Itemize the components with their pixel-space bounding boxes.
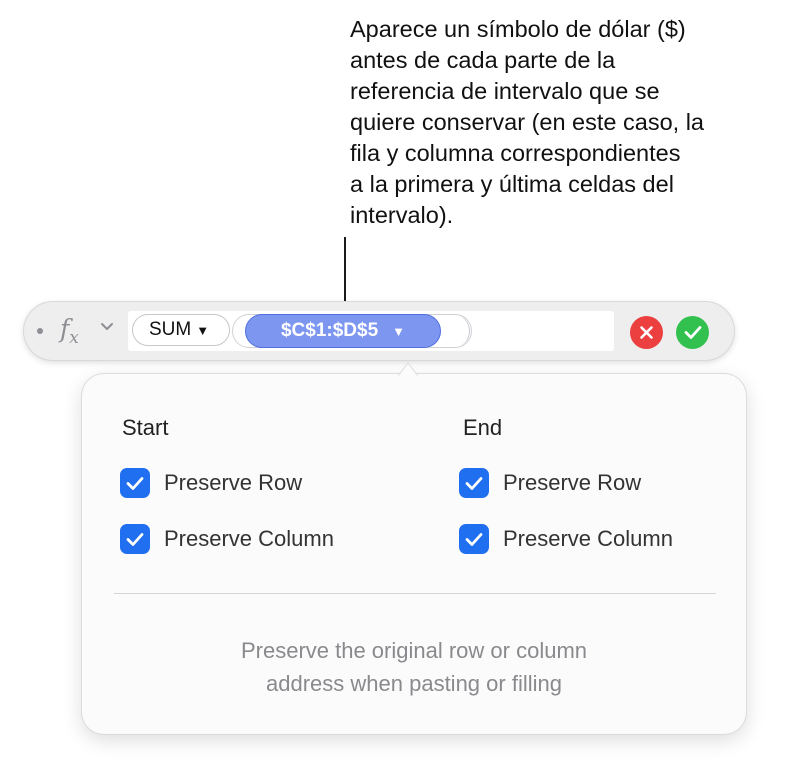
function-icon[interactable]: fx [60, 314, 79, 348]
start-preserve-row-label: Preserve Row [164, 470, 303, 495]
range-reference-text: $C$1:$D$5 [280, 320, 379, 341]
start-preserve-row-checkbox[interactable] [120, 468, 150, 498]
end-preserve-row-checkbox[interactable] [459, 468, 489, 498]
close-icon [640, 326, 653, 339]
formula-input[interactable]: SUM ▼ $C$1:$D$5 ▼ [128, 311, 614, 351]
checkmark-icon [126, 476, 144, 490]
start-title: Start [122, 415, 169, 440]
preserve-reference-popover: Start End Preserve Row Preserve Column P… [82, 374, 746, 734]
callout-annotation: Aparece un símbolo de dólar ($) antes de… [350, 14, 790, 231]
accept-button[interactable] [676, 316, 709, 349]
callout-line-3: referencia de intervalo que se [350, 78, 660, 104]
callout-line-2: antes de cada parte de la [350, 47, 616, 73]
end-title: End [463, 415, 503, 440]
end-preserve-column[interactable]: Preserve Column [459, 524, 673, 554]
checkmark-icon [126, 532, 144, 546]
callout-line-1: Aparece un símbolo de dólar ($) [350, 16, 686, 42]
callout-line-6: a la primera y última celdas del [350, 171, 674, 197]
triangle-down-icon: ▼ [196, 322, 210, 338]
callout-line-5: fila y columna correspondientes [350, 140, 681, 166]
end-preserve-column-checkbox[interactable] [459, 524, 489, 554]
help-text: Preserve the original row or column addr… [82, 634, 746, 700]
end-preserve-column-label: Preserve Column [503, 526, 673, 551]
help-text-line-1: Preserve the original row or column [240, 638, 588, 663]
formula-editor-bar: fx SUM ▼ $C$1:$D$5 ▼ [24, 302, 734, 360]
callout-line-4: quiere conservar (en este caso, la [350, 109, 704, 135]
end-preserve-row-label: Preserve Row [503, 470, 642, 495]
range-reference-token[interactable]: $C$1:$D$5 ▼ [245, 314, 441, 348]
callout-line-7: intervalo). [350, 202, 454, 228]
checkmark-icon [684, 326, 701, 339]
function-token[interactable]: SUM ▼ [132, 314, 230, 346]
start-preserve-row[interactable]: Preserve Row [120, 468, 302, 498]
help-text-line-2: address when pasting or filling [266, 671, 562, 696]
popover-arrow [374, 362, 442, 377]
divider [114, 593, 716, 594]
checkmark-icon [465, 476, 483, 490]
start-preserve-column-label: Preserve Column [164, 526, 334, 551]
cancel-button[interactable] [630, 316, 663, 349]
end-preserve-row[interactable]: Preserve Row [459, 468, 641, 498]
start-preserve-column[interactable]: Preserve Column [120, 524, 334, 554]
chevron-down-icon[interactable] [99, 318, 115, 334]
function-name: SUM [149, 319, 192, 340]
start-preserve-column-checkbox[interactable] [120, 524, 150, 554]
checkmark-icon [465, 532, 483, 546]
triangle-down-icon[interactable]: ▼ [392, 324, 405, 339]
drag-handle[interactable] [37, 328, 43, 334]
